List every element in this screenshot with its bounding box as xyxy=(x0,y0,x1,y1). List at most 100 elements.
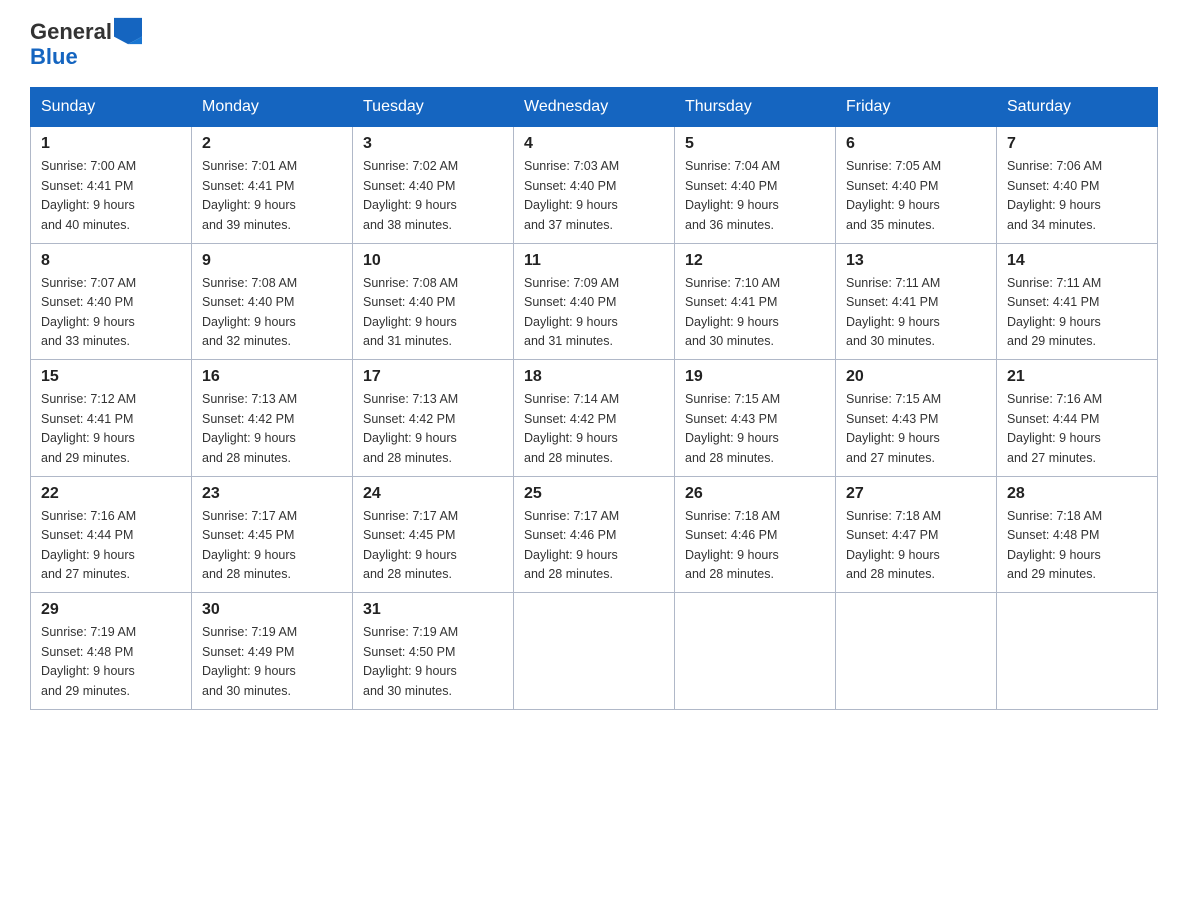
calendar-table: SundayMondayTuesdayWednesdayThursdayFrid… xyxy=(30,87,1158,710)
weekday-header-thursday: Thursday xyxy=(675,88,836,127)
day-info: Sunrise: 7:12 AMSunset: 4:41 PMDaylight:… xyxy=(41,390,181,468)
day-info: Sunrise: 7:17 AMSunset: 4:46 PMDaylight:… xyxy=(524,507,664,585)
day-number: 9 xyxy=(202,252,342,270)
day-info: Sunrise: 7:19 AMSunset: 4:48 PMDaylight:… xyxy=(41,623,181,701)
day-number: 20 xyxy=(846,368,986,386)
day-info: Sunrise: 7:09 AMSunset: 4:40 PMDaylight:… xyxy=(524,274,664,352)
calendar-cell: 20 Sunrise: 7:15 AMSunset: 4:43 PMDayligh… xyxy=(836,360,997,477)
calendar-week-row: 29 Sunrise: 7:19 AMSunset: 4:48 PMDayligh… xyxy=(31,593,1158,710)
calendar-cell: 28Sunrise: 7:18 AMSunset: 4:48 PMDayligh… xyxy=(997,476,1158,593)
day-number: 21 xyxy=(1007,368,1147,386)
logo: General Blue xyxy=(30,20,142,69)
day-number: 23 xyxy=(202,485,342,503)
day-info: Sunrise: 7:08 AMSunset: 4:40 PMDaylight:… xyxy=(363,274,503,352)
day-info: Sunrise: 7:07 AMSunset: 4:40 PMDaylight:… xyxy=(41,274,181,352)
calendar-cell: 24Sunrise: 7:17 AMSunset: 4:45 PMDayligh… xyxy=(353,476,514,593)
day-number: 17 xyxy=(363,368,503,386)
calendar-cell: 3 Sunrise: 7:02 AMSunset: 4:40 PMDaylight… xyxy=(353,127,514,244)
day-info: Sunrise: 7:19 AMSunset: 4:49 PMDaylight:… xyxy=(202,623,342,701)
calendar-cell: 31 Sunrise: 7:19 AMSunset: 4:50 PMDayligh… xyxy=(353,593,514,710)
calendar-cell: 25 Sunrise: 7:17 AMSunset: 4:46 PMDayligh… xyxy=(514,476,675,593)
day-info: Sunrise: 7:15 AMSunset: 4:43 PMDaylight:… xyxy=(846,390,986,468)
day-number: 31 xyxy=(363,601,503,619)
calendar-cell: 27 Sunrise: 7:18 AMSunset: 4:47 PMDayligh… xyxy=(836,476,997,593)
day-info: Sunrise: 7:16 AMSunset: 4:44 PMDaylight:… xyxy=(41,507,181,585)
page-header: General Blue xyxy=(30,20,1158,69)
day-info: Sunrise: 7:16 AMSunset: 4:44 PMDaylight:… xyxy=(1007,390,1147,468)
calendar-cell xyxy=(997,593,1158,710)
day-number: 5 xyxy=(685,135,825,153)
day-info: Sunrise: 7:15 AMSunset: 4:43 PMDaylight:… xyxy=(685,390,825,468)
calendar-cell: 1Sunrise: 7:00 AMSunset: 4:41 PMDaylight… xyxy=(31,127,192,244)
calendar-cell: 16 Sunrise: 7:13 AMSunset: 4:42 PMDayligh… xyxy=(192,360,353,477)
day-number: 11 xyxy=(524,252,664,270)
day-info: Sunrise: 7:17 AMSunset: 4:45 PMDaylight:… xyxy=(363,507,503,585)
weekday-header-row: SundayMondayTuesdayWednesdayThursdayFrid… xyxy=(31,88,1158,127)
calendar-cell: 2 Sunrise: 7:01 AMSunset: 4:41 PMDaylight… xyxy=(192,127,353,244)
calendar-cell: 15 Sunrise: 7:12 AMSunset: 4:41 PMDayligh… xyxy=(31,360,192,477)
day-info: Sunrise: 7:05 AMSunset: 4:40 PMDaylight:… xyxy=(846,157,986,235)
day-info: Sunrise: 7:02 AMSunset: 4:40 PMDaylight:… xyxy=(363,157,503,235)
day-number: 3 xyxy=(363,135,503,153)
day-number: 27 xyxy=(846,485,986,503)
day-number: 12 xyxy=(685,252,825,270)
calendar-cell xyxy=(836,593,997,710)
calendar-cell: 5 Sunrise: 7:04 AMSunset: 4:40 PMDaylight… xyxy=(675,127,836,244)
day-number: 15 xyxy=(41,368,181,386)
calendar-cell: 7 Sunrise: 7:06 AMSunset: 4:40 PMDaylight… xyxy=(997,127,1158,244)
calendar-cell: 11 Sunrise: 7:09 AMSunset: 4:40 PMDayligh… xyxy=(514,243,675,360)
weekday-header-saturday: Saturday xyxy=(997,88,1158,127)
calendar-cell: 22 Sunrise: 7:16 AMSunset: 4:44 PMDayligh… xyxy=(31,476,192,593)
day-info: Sunrise: 7:04 AMSunset: 4:40 PMDaylight:… xyxy=(685,157,825,235)
day-number: 18 xyxy=(524,368,664,386)
weekday-header-sunday: Sunday xyxy=(31,88,192,127)
calendar-week-row: 22 Sunrise: 7:16 AMSunset: 4:44 PMDayligh… xyxy=(31,476,1158,593)
day-info: Sunrise: 7:19 AMSunset: 4:50 PMDaylight:… xyxy=(363,623,503,701)
calendar-cell xyxy=(675,593,836,710)
day-info: Sunrise: 7:18 AMSunset: 4:46 PMDaylight:… xyxy=(685,507,825,585)
calendar-cell: 10 Sunrise: 7:08 AMSunset: 4:40 PMDayligh… xyxy=(353,243,514,360)
calendar-cell: 17 Sunrise: 7:13 AMSunset: 4:42 PMDayligh… xyxy=(353,360,514,477)
day-number: 16 xyxy=(202,368,342,386)
calendar-cell: 30 Sunrise: 7:19 AMSunset: 4:49 PMDayligh… xyxy=(192,593,353,710)
day-number: 8 xyxy=(41,252,181,270)
day-number: 28 xyxy=(1007,485,1147,503)
day-number: 30 xyxy=(202,601,342,619)
calendar-cell: 12 Sunrise: 7:10 AMSunset: 4:41 PMDayligh… xyxy=(675,243,836,360)
weekday-header-tuesday: Tuesday xyxy=(353,88,514,127)
day-info: Sunrise: 7:06 AMSunset: 4:40 PMDaylight:… xyxy=(1007,157,1147,235)
day-number: 4 xyxy=(524,135,664,153)
day-info: Sunrise: 7:10 AMSunset: 4:41 PMDaylight:… xyxy=(685,274,825,352)
day-info: Sunrise: 7:11 AMSunset: 4:41 PMDaylight:… xyxy=(1007,274,1147,352)
day-info: Sunrise: 7:14 AMSunset: 4:42 PMDaylight:… xyxy=(524,390,664,468)
weekday-header-monday: Monday xyxy=(192,88,353,127)
day-info: Sunrise: 7:17 AMSunset: 4:45 PMDaylight:… xyxy=(202,507,342,585)
day-info: Sunrise: 7:03 AMSunset: 4:40 PMDaylight:… xyxy=(524,157,664,235)
day-number: 10 xyxy=(363,252,503,270)
calendar-cell: 19 Sunrise: 7:15 AMSunset: 4:43 PMDayligh… xyxy=(675,360,836,477)
day-number: 29 xyxy=(41,601,181,619)
day-number: 25 xyxy=(524,485,664,503)
calendar-cell: 9 Sunrise: 7:08 AMSunset: 4:40 PMDaylight… xyxy=(192,243,353,360)
calendar-cell: 26Sunrise: 7:18 AMSunset: 4:46 PMDayligh… xyxy=(675,476,836,593)
day-number: 1 xyxy=(41,135,181,153)
day-number: 13 xyxy=(846,252,986,270)
day-info: Sunrise: 7:01 AMSunset: 4:41 PMDaylight:… xyxy=(202,157,342,235)
day-info: Sunrise: 7:13 AMSunset: 4:42 PMDaylight:… xyxy=(202,390,342,468)
calendar-cell: 8 Sunrise: 7:07 AMSunset: 4:40 PMDaylight… xyxy=(31,243,192,360)
day-number: 2 xyxy=(202,135,342,153)
logo-text: General Blue xyxy=(30,20,142,69)
day-number: 22 xyxy=(41,485,181,503)
weekday-header-wednesday: Wednesday xyxy=(514,88,675,127)
logo-blue-text: Blue xyxy=(30,44,78,69)
day-number: 7 xyxy=(1007,135,1147,153)
day-number: 19 xyxy=(685,368,825,386)
calendar-cell: 13 Sunrise: 7:11 AMSunset: 4:41 PMDayligh… xyxy=(836,243,997,360)
day-number: 14 xyxy=(1007,252,1147,270)
calendar-cell: 14 Sunrise: 7:11 AMSunset: 4:41 PMDayligh… xyxy=(997,243,1158,360)
day-info: Sunrise: 7:13 AMSunset: 4:42 PMDaylight:… xyxy=(363,390,503,468)
calendar-cell: 6Sunrise: 7:05 AMSunset: 4:40 PMDaylight… xyxy=(836,127,997,244)
day-info: Sunrise: 7:11 AMSunset: 4:41 PMDaylight:… xyxy=(846,274,986,352)
day-info: Sunrise: 7:08 AMSunset: 4:40 PMDaylight:… xyxy=(202,274,342,352)
day-info: Sunrise: 7:18 AMSunset: 4:47 PMDaylight:… xyxy=(846,507,986,585)
